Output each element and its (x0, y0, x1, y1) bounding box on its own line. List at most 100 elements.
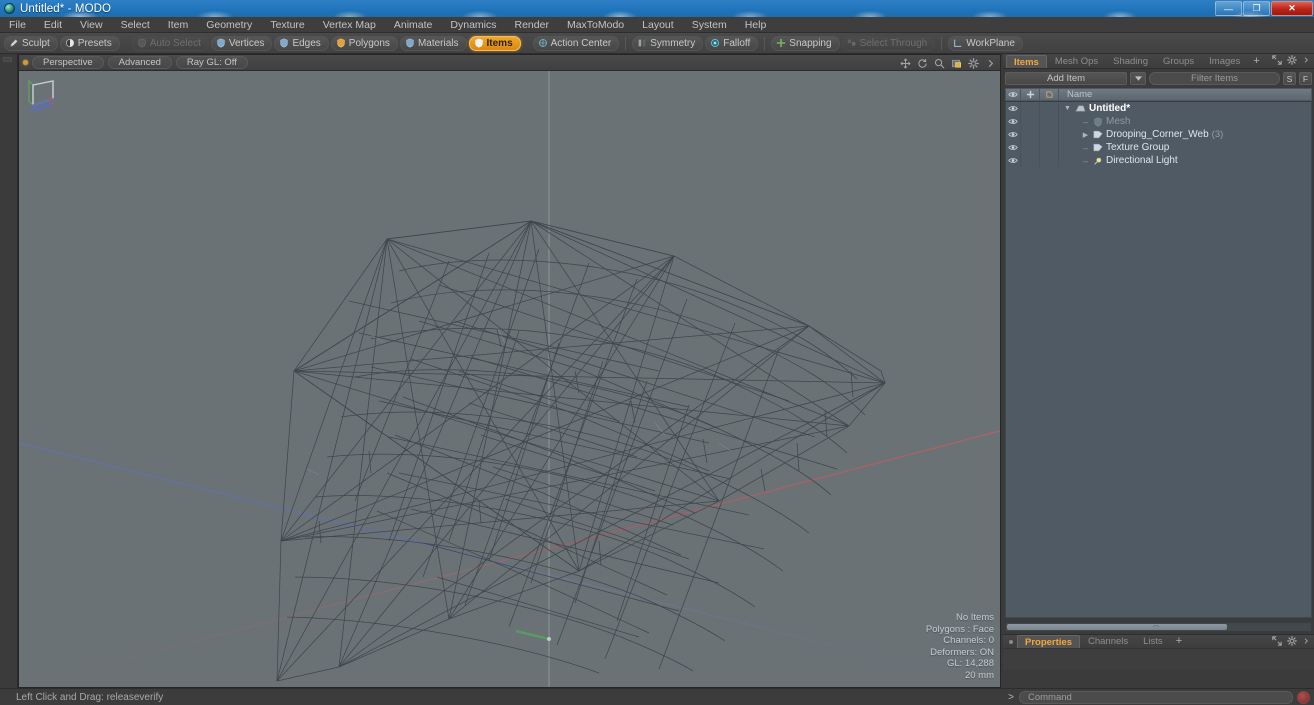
item-row[interactable]: ▼ Untitled* (1006, 102, 1311, 115)
tab-add[interactable]: + (1248, 55, 1264, 68)
tab-images[interactable]: Images (1202, 55, 1247, 68)
item-visibility-toggle[interactable] (1006, 102, 1021, 115)
menu-maxtomodo[interactable]: MaxToModo (558, 17, 633, 33)
axis-cube-gizmo[interactable] (19, 71, 65, 117)
toolbar-workplane-button[interactable]: WorkPlane (948, 35, 1023, 51)
expand-icon[interactable] (1272, 55, 1282, 65)
toolbar-items-button[interactable]: Items (468, 35, 521, 51)
tab-lists[interactable]: Lists (1136, 635, 1170, 648)
tab-shading[interactable]: Shading (1106, 55, 1155, 68)
viewport-shading-selector[interactable]: Advanced (107, 56, 172, 69)
tab-mesh-ops[interactable]: Mesh Ops (1048, 55, 1105, 68)
minimize-button[interactable]: — (1215, 1, 1242, 16)
item-name-cell[interactable]: – Texture Group (1059, 142, 1311, 153)
twirl-closed-icon[interactable]: ▶ (1081, 131, 1090, 139)
item-list[interactable]: ▼ Untitled* – Mesh ▶ Drooping_Corner_Web (3) – T… (1005, 102, 1312, 618)
item-visibility-toggle[interactable] (1006, 128, 1021, 141)
menu-file[interactable]: File (0, 17, 35, 33)
lock-column-icon[interactable] (1021, 88, 1040, 101)
viewport-raygl-selector[interactable]: Ray GL: Off (175, 56, 248, 69)
strip-handle[interactable] (3, 57, 12, 62)
tab-items[interactable]: Items (1006, 54, 1047, 68)
add-item-dropdown-button[interactable] (1130, 71, 1147, 85)
twirl-open-icon[interactable]: ▼ (1063, 105, 1072, 112)
expand-icon[interactable] (1272, 636, 1282, 646)
toolbar-materials-button[interactable]: Materials (399, 35, 467, 51)
menu-render[interactable]: Render (506, 17, 558, 33)
item-render-cell[interactable] (1040, 115, 1059, 128)
viewport-3d-canvas[interactable]: No Items Polygons : Face Channels: 0 Deform… (19, 71, 1000, 687)
toolbar-vertices-button[interactable]: Vertices (210, 35, 273, 51)
toolbar-polygons-button[interactable]: Polygons (330, 35, 398, 51)
item-lock-cell[interactable] (1021, 128, 1040, 141)
menu-dynamics[interactable]: Dynamics (441, 17, 505, 33)
item-row[interactable]: – Directional Light (1006, 154, 1311, 167)
gear-icon[interactable] (1287, 55, 1297, 65)
toolbar-presets-button[interactable]: Presets (59, 35, 120, 51)
item-lock-cell[interactable] (1021, 102, 1040, 115)
toolbar-sculpt-button[interactable]: Sculpt (4, 35, 58, 51)
menu-select[interactable]: Select (112, 17, 159, 33)
menu-system[interactable]: System (683, 17, 736, 33)
menu-edit[interactable]: Edit (35, 17, 71, 33)
viewport-projection-selector[interactable]: Perspective (32, 56, 104, 69)
toolbar-falloff-button[interactable]: Falloff (705, 35, 759, 51)
tab-channels[interactable]: Channels (1081, 635, 1135, 648)
toolbar-edges-button[interactable]: Edges (274, 35, 329, 51)
select-filter-button[interactable]: S (1283, 71, 1297, 85)
item-visibility-toggle[interactable] (1006, 141, 1021, 154)
item-render-cell[interactable] (1040, 128, 1059, 141)
record-icon[interactable] (1297, 690, 1310, 704)
item-name-cell[interactable]: – Directional Light (1059, 155, 1311, 166)
eye-column-icon[interactable] (1006, 88, 1021, 101)
menu-view[interactable]: View (71, 17, 112, 33)
tab-properties[interactable]: Properties (1017, 635, 1080, 648)
chevron-right-icon[interactable] (1302, 55, 1310, 65)
item-visibility-toggle[interactable] (1006, 154, 1021, 167)
gear-icon[interactable] (1287, 636, 1297, 646)
menu-layout[interactable]: Layout (633, 17, 683, 33)
render-region-icon[interactable] (951, 58, 962, 69)
toolbar-select-through-button: Select Through (841, 35, 936, 51)
toolbar-symmetry-button[interactable]: Symmetry (632, 35, 704, 51)
item-row[interactable]: – Mesh (1006, 115, 1311, 128)
item-render-cell[interactable] (1040, 154, 1059, 167)
menu-geometry[interactable]: Geometry (197, 17, 261, 33)
item-row[interactable]: – Texture Group (1006, 141, 1311, 154)
item-row[interactable]: ▶ Drooping_Corner_Web (3) (1006, 128, 1311, 141)
command-input[interactable]: Command (1019, 690, 1293, 704)
toolbar-snapping-button[interactable]: Snapping (771, 35, 840, 51)
tab-add[interactable]: + (1171, 635, 1187, 648)
find-filter-button[interactable]: F (1299, 71, 1313, 85)
item-render-cell[interactable] (1040, 141, 1059, 154)
item-lock-cell[interactable] (1021, 154, 1040, 167)
add-item-button[interactable]: Add Item (1005, 71, 1128, 85)
chevron-right-icon[interactable] (985, 58, 996, 69)
maximize-button[interactable]: ❐ (1243, 1, 1270, 16)
filter-items-input[interactable]: Filter Items (1149, 71, 1281, 85)
zoom-icon[interactable] (934, 58, 945, 69)
item-lock-cell[interactable] (1021, 141, 1040, 154)
chevron-right-icon[interactable] (1302, 636, 1310, 646)
gear-icon[interactable] (968, 57, 979, 69)
menu-vertex-map[interactable]: Vertex Map (314, 17, 385, 33)
item-render-cell[interactable] (1040, 102, 1059, 115)
item-visibility-toggle[interactable] (1006, 115, 1021, 128)
item-lock-cell[interactable] (1021, 115, 1040, 128)
left-tool-strip[interactable] (0, 54, 18, 688)
item-name-cell[interactable]: ▼ Untitled* (1059, 103, 1311, 114)
item-name-cell[interactable]: – Mesh (1059, 116, 1311, 127)
toolbar-action-center-button[interactable]: Action Center (532, 35, 620, 51)
menu-help[interactable]: Help (736, 17, 776, 33)
tab-groups[interactable]: Groups (1156, 55, 1201, 68)
menu-item[interactable]: Item (159, 17, 197, 33)
scrollbar-thumb[interactable] (1007, 624, 1227, 630)
item-list-hscrollbar[interactable]: ⌒ (1005, 622, 1312, 633)
close-button[interactable]: ✕ (1271, 1, 1313, 16)
rotate-icon[interactable] (917, 58, 928, 69)
item-name-cell[interactable]: ▶ Drooping_Corner_Web (3) (1059, 129, 1311, 140)
pan-icon[interactable] (900, 58, 911, 69)
render-column-icon[interactable] (1040, 88, 1059, 101)
menu-animate[interactable]: Animate (385, 17, 442, 33)
menu-texture[interactable]: Texture (261, 17, 313, 33)
